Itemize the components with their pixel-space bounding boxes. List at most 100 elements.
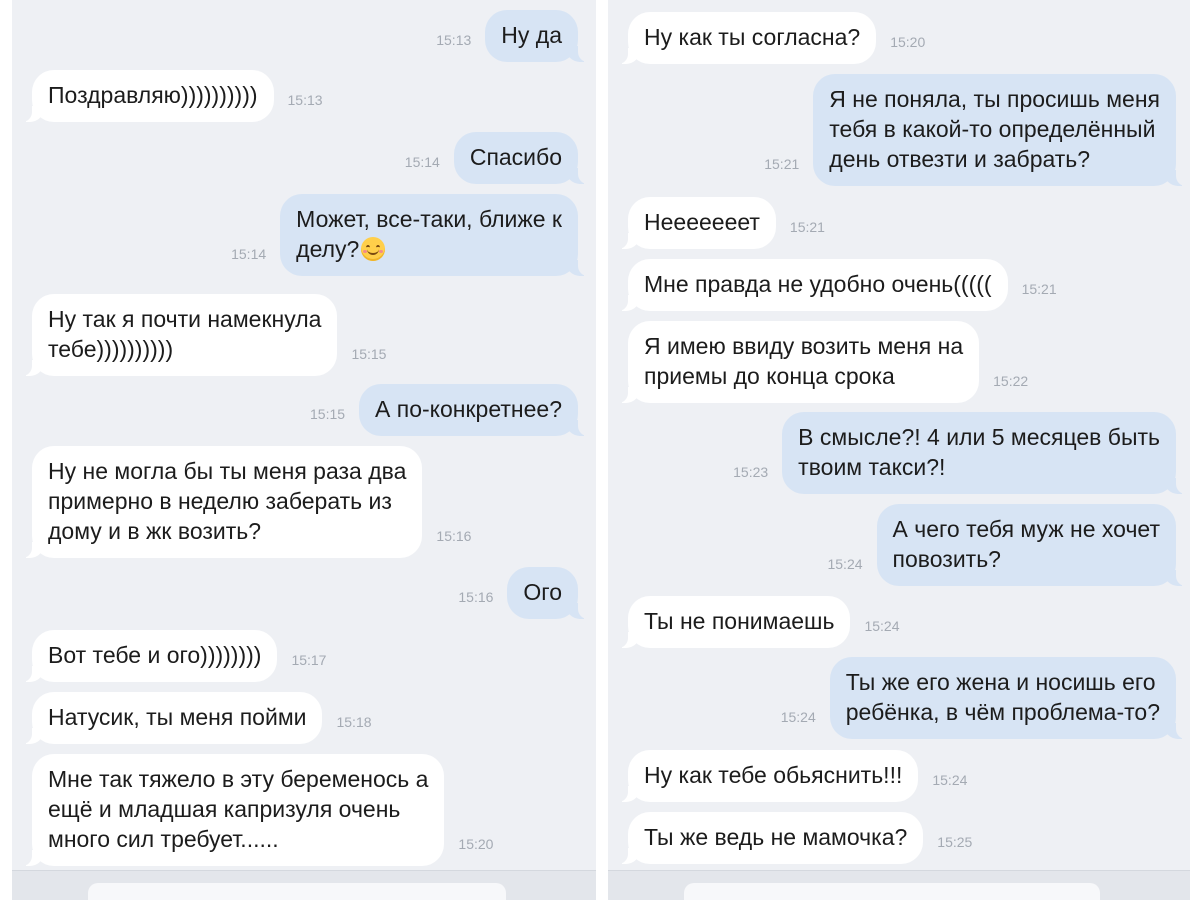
chat-panel-right: Ну как ты согласна? 15:20 Я не поняла, т… bbox=[608, 0, 1190, 900]
message-bubble: Ты же ведь не мамочка? bbox=[613, 812, 924, 864]
message-bubble: Спасибо bbox=[453, 132, 593, 184]
message-time: 15:15 bbox=[310, 406, 346, 422]
message-time: 15:22 bbox=[993, 373, 1029, 389]
message-incoming[interactable]: Вот тебе и ого)))))))) 15:17 bbox=[17, 630, 340, 682]
message-time: 15:17 bbox=[291, 652, 327, 668]
message-time: 15:15 bbox=[351, 346, 387, 362]
message-line: А чего тебя муж не хочет bbox=[892, 516, 1160, 542]
message-outgoing[interactable]: Ого 15:16 bbox=[444, 567, 592, 619]
message-text: Мне так тяжело в эту беременось а ещё и … bbox=[48, 764, 428, 854]
message-time: 15:21 bbox=[1021, 281, 1057, 297]
message-text: Ну да bbox=[501, 22, 562, 48]
message-time: 15:24 bbox=[780, 709, 816, 725]
message-line: приемы до конца срока bbox=[644, 363, 895, 389]
message-bubble: Нееееееет bbox=[614, 197, 776, 249]
message-text: Ну не могла бы ты меня раза два примерно… bbox=[48, 456, 406, 546]
message-text: Ты не понимаешь bbox=[644, 608, 835, 634]
message-line: Ну так я почти намекнула bbox=[48, 306, 322, 332]
message-bubble: Поздравляю)))))))))) bbox=[18, 70, 274, 122]
message-line: Я не поняла, ты просишь меня bbox=[829, 86, 1160, 112]
message-time: 15:21 bbox=[764, 156, 800, 172]
message-bubble: Мне так тяжело в эту беременось а ещё и … bbox=[17, 754, 445, 866]
message-bubble: А чего тебя муж не хочет повозить? bbox=[876, 504, 1190, 586]
message-time: 15:24 bbox=[932, 772, 968, 788]
message-line: Ты же его жена и носишь его bbox=[845, 669, 1156, 695]
message-text: Ну как ты согласна? bbox=[644, 24, 861, 50]
message-text: А чего тебя муж не хочет повозить? bbox=[893, 514, 1160, 574]
message-incoming[interactable]: Ну как ты согласна? 15:20 bbox=[613, 12, 939, 64]
message-time: 15:20 bbox=[890, 34, 926, 50]
message-time: 15:13 bbox=[287, 92, 323, 108]
message-time: 15:20 bbox=[458, 836, 494, 852]
message-bubble: Вот тебе и ого)))))))) bbox=[17, 630, 278, 682]
message-line: ещё и младшая капризуля очень bbox=[48, 796, 401, 822]
message-incoming[interactable]: Ну не могла бы ты меня раза два примерно… bbox=[17, 446, 485, 558]
message-time: 15:14 bbox=[231, 246, 267, 262]
message-line: тебя в какой-то определённый bbox=[829, 116, 1156, 142]
message-bubble: Ну как тебе обьяснить!!! bbox=[613, 750, 919, 802]
message-line: твоим такси?! bbox=[798, 454, 946, 480]
message-outgoing[interactable]: А чего тебя муж не хочет повозить? 15:24 bbox=[813, 504, 1190, 586]
message-time: 15:24 bbox=[827, 556, 863, 572]
message-incoming[interactable]: Мне так тяжело в эту беременось а ещё и … bbox=[17, 754, 507, 866]
message-bubble: Ты не понимаешь bbox=[613, 596, 851, 648]
message-incoming[interactable]: Ну как тебе обьяснить!!! 15:24 bbox=[613, 750, 981, 802]
message-text: Ты же его жена и носишь его ребёнка, в ч… bbox=[846, 667, 1160, 727]
message-line: Может, все-таки, ближе к bbox=[296, 206, 562, 232]
message-input[interactable] bbox=[684, 883, 1100, 900]
message-line: ребёнка, в чём проблема-то? bbox=[845, 699, 1160, 725]
message-text: А по-конкретнее? bbox=[375, 396, 562, 422]
message-text: Вот тебе и ого)))))))) bbox=[48, 642, 262, 668]
message-bubble: В смысле?! 4 или 5 месяцев быть твоим та… bbox=[782, 412, 1190, 494]
message-line: делу? bbox=[296, 234, 562, 264]
message-outgoing[interactable]: Ну да 15:13 bbox=[422, 10, 592, 62]
message-bubble: Я не поняла, ты просишь меня тебя в како… bbox=[813, 74, 1190, 186]
message-bubble: А по-конкретнее? bbox=[359, 384, 592, 436]
message-incoming[interactable]: Поздравляю)))))))))) 15:13 bbox=[18, 70, 337, 122]
message-input[interactable] bbox=[88, 883, 506, 900]
message-line-text: делу? bbox=[296, 236, 360, 262]
message-time: 15:18 bbox=[336, 714, 372, 730]
message-time: 15:13 bbox=[436, 32, 472, 48]
message-time: 15:16 bbox=[458, 589, 494, 605]
message-bubble: Мне правда не удобно очень((((( bbox=[614, 259, 1008, 311]
message-line: повозить? bbox=[892, 546, 1001, 572]
message-incoming[interactable]: Ты не понимаешь 15:24 bbox=[613, 596, 914, 648]
message-outgoing[interactable]: Может, все-таки, ближе к делу? 15:14 bbox=[217, 194, 592, 276]
message-text: Нееееееет bbox=[644, 209, 760, 235]
message-time: 15:24 bbox=[864, 618, 900, 634]
message-time: 15:16 bbox=[436, 528, 472, 544]
message-outgoing[interactable]: Я не поняла, ты просишь меня тебя в како… bbox=[750, 74, 1190, 186]
message-line: дому и в жк возить? bbox=[48, 518, 262, 544]
message-bubble: Ну как ты согласна? bbox=[613, 12, 877, 64]
message-text: Может, все-таки, ближе к делу? bbox=[296, 204, 562, 264]
message-line: В смысле?! 4 или 5 месяцев быть bbox=[798, 424, 1160, 450]
message-bubble: Ого bbox=[507, 567, 592, 619]
message-text: Спасибо bbox=[469, 144, 562, 170]
message-outgoing[interactable]: В смысле?! 4 или 5 месяцев быть твоим та… bbox=[719, 412, 1190, 494]
chat-panel-left: Ну да 15:13 Поздравляю)))))))))) 15:13 С… bbox=[12, 0, 596, 900]
message-incoming[interactable]: Нееееееет 15:21 bbox=[614, 197, 839, 249]
message-input-bar bbox=[12, 870, 596, 900]
message-incoming[interactable]: Натусик, ты меня пойми 15:18 bbox=[17, 692, 386, 744]
message-line: много сил требует...... bbox=[48, 826, 279, 852]
message-outgoing[interactable]: А по-конкретнее? 15:15 bbox=[296, 384, 592, 436]
message-text: Я имею ввиду возить меня на приемы до ко… bbox=[644, 331, 963, 391]
message-text: Поздравляю)))))))))) bbox=[48, 82, 258, 108]
message-line: Мне так тяжело в эту беременось а bbox=[48, 766, 429, 792]
message-bubble: Ты же его жена и носишь его ребёнка, в ч… bbox=[829, 657, 1190, 739]
message-incoming[interactable]: Ну так я почти намекнула тебе)))))))))) … bbox=[17, 294, 400, 376]
message-outgoing[interactable]: Ты же его жена и носишь его ребёнка, в ч… bbox=[767, 657, 1190, 739]
message-incoming[interactable]: Я имею ввиду возить меня на приемы до ко… bbox=[613, 321, 1042, 403]
message-text: Ну как тебе обьяснить!!! bbox=[644, 762, 903, 788]
message-incoming[interactable]: Ты же ведь не мамочка? 15:25 bbox=[613, 812, 986, 864]
message-outgoing[interactable]: Спасибо 15:14 bbox=[391, 132, 593, 184]
message-time: 15:25 bbox=[937, 834, 973, 850]
message-text: Я не поняла, ты просишь меня тебя в како… bbox=[829, 84, 1160, 174]
message-bubble: Может, все-таки, ближе к делу? bbox=[280, 194, 592, 276]
message-time: 15:21 bbox=[789, 219, 825, 235]
smiling-face-emoji-icon bbox=[361, 237, 386, 261]
message-time: 15:23 bbox=[733, 464, 769, 480]
message-incoming[interactable]: Мне правда не удобно очень((((( 15:21 bbox=[614, 259, 1071, 311]
message-line: Я имею ввиду возить меня на bbox=[644, 333, 964, 359]
